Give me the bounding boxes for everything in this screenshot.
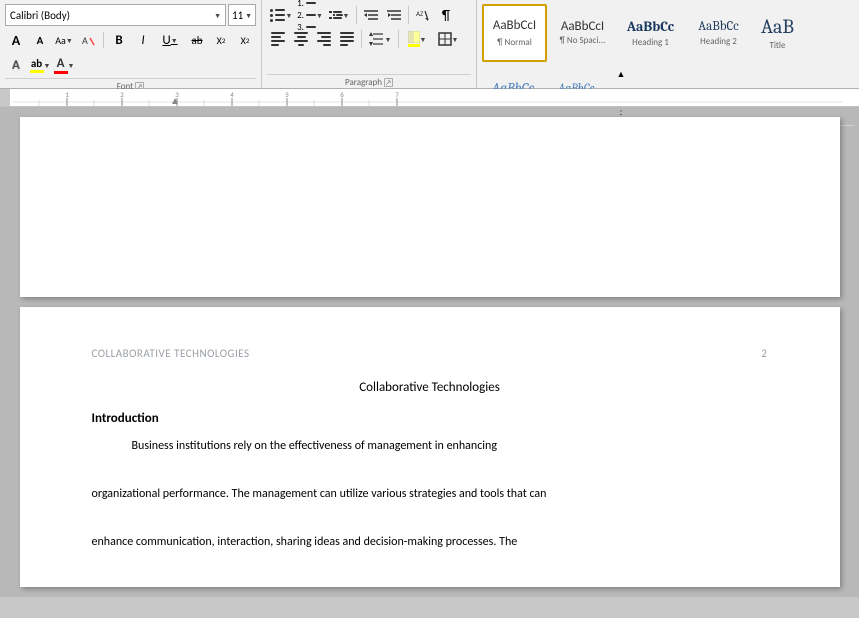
style-h2-label: Heading 2 — [700, 36, 737, 47]
svg-text:AZ: AZ — [416, 9, 424, 18]
subscript-btn[interactable]: X2 — [210, 29, 232, 51]
paragraph-controls: ▼ 1. 2. 3. ▼ — [267, 4, 471, 72]
text-effects-btn[interactable]: A — [5, 54, 27, 76]
font-name-dropdown[interactable]: Calibri (Body) ▼ — [5, 4, 226, 26]
font-size-input[interactable]: 11 ▼ — [228, 4, 256, 26]
numbered-list-btn[interactable]: 1. 2. 3. ▼ — [296, 4, 324, 26]
separator — [361, 30, 362, 48]
bullet-list-btn[interactable]: ▼ — [267, 4, 295, 26]
borders-icon — [438, 32, 452, 46]
separator — [398, 30, 399, 48]
document-area: COLLABORATIVE TECHNOLOGIES 2 Collaborati… — [0, 107, 859, 597]
increase-indent-icon — [387, 9, 401, 21]
line-spacing-icon — [369, 32, 385, 46]
ribbon: Calibri (Body) ▼ 11 ▼ A A Aa▼ — [0, 0, 859, 89]
separator — [103, 32, 104, 48]
styles-section: AaBbCcI ¶ Normal AaBbCcI ¶ No Spaci... A… — [477, 0, 859, 88]
text-color-btn[interactable]: A ▼ — [53, 54, 75, 76]
style-h2-btn[interactable]: AaBbCc Heading 2 — [686, 4, 751, 62]
style-h1-preview: AaBbCc — [627, 18, 674, 35]
highlight-btn[interactable]: ab ▼ — [29, 54, 51, 76]
font-controls: Calibri (Body) ▼ 11 ▼ A A Aa▼ — [5, 4, 256, 76]
page-header-text: COLLABORATIVE TECHNOLOGIES — [92, 347, 250, 360]
body-paragraph: Business institutions rely on the effect… — [92, 434, 768, 554]
svg-text:A: A — [82, 34, 88, 47]
style-no-space-btn[interactable]: AaBbCcI ¶ No Spaci... — [550, 4, 615, 62]
style-h1-label: Heading 1 — [632, 37, 669, 48]
svg-text:4: 4 — [230, 90, 234, 99]
font-grow-btn[interactable]: A — [5, 29, 27, 51]
style-no-space-preview: AaBbCcI — [561, 20, 604, 33]
clear-format-icon: A — [81, 33, 95, 47]
align-center-btn[interactable] — [290, 28, 312, 50]
multilevel-list-btn[interactable]: ▼ — [325, 4, 353, 26]
font-case-btn[interactable]: Aa▼ — [53, 29, 75, 51]
ribbon-row: Calibri (Body) ▼ 11 ▼ A A Aa▼ — [0, 0, 859, 88]
underline-wrapper: U▼ — [156, 29, 184, 51]
body-line3: enhance communication, interaction, shar… — [92, 535, 518, 549]
separator — [408, 6, 409, 24]
style-title-preview: AaB — [761, 15, 794, 38]
ruler: 1 2 3 4 5 6 7 — [0, 89, 859, 107]
style-normal-label: ¶ Normal — [497, 37, 532, 48]
style-no-space-label: ¶ No Spaci... — [560, 35, 606, 46]
sort-btn[interactable]: AZ — [412, 4, 434, 26]
page-title: Collaborative Technologies — [92, 380, 768, 395]
svg-text:5: 5 — [285, 90, 289, 99]
svg-text:3: 3 — [175, 90, 179, 99]
style-normal-btn[interactable]: AaBbCcI ¶ Normal — [482, 4, 547, 62]
intro-heading: Introduction — [92, 411, 768, 426]
svg-text:2: 2 — [120, 90, 124, 99]
font-dropdown-arrow: ▼ — [214, 11, 221, 20]
style-h1-btn[interactable]: AaBbCc Heading 1 — [618, 4, 683, 62]
style-title-label: Title — [769, 40, 785, 51]
line-spacing-btn[interactable]: ▼ — [365, 28, 395, 50]
svg-text:1: 1 — [65, 90, 69, 99]
ruler-content: 1 2 3 4 5 6 7 — [10, 89, 859, 106]
style-title-btn[interactable]: AaB Title — [754, 4, 801, 62]
svg-text:6: 6 — [340, 90, 344, 99]
strikethrough-btn[interactable]: ab — [186, 29, 208, 51]
font-size-arrow: ▼ — [245, 11, 252, 20]
shading-icon — [408, 31, 420, 43]
style-normal-preview: AaBbCcI — [493, 18, 536, 35]
sort-icon: AZ — [416, 8, 430, 22]
align-right-btn[interactable] — [313, 28, 335, 50]
show-marks-btn[interactable]: ¶ — [435, 4, 457, 26]
shading-btn[interactable]: ▼ — [402, 28, 432, 50]
page-number: 2 — [761, 347, 767, 360]
paragraph-section-label[interactable]: Paragraph ↗ — [267, 74, 471, 88]
ruler-margin-left — [0, 89, 10, 106]
decrease-indent-icon — [364, 9, 378, 21]
superscript-btn[interactable]: X2 — [234, 29, 256, 51]
italic-btn[interactable]: I — [132, 29, 154, 51]
paragraph-expand-btn[interactable]: ↗ — [384, 78, 393, 87]
page-2: COLLABORATIVE TECHNOLOGIES 2 Collaborati… — [20, 307, 840, 587]
decrease-indent-btn[interactable] — [360, 4, 382, 26]
paragraph-section: ▼ 1. 2. 3. ▼ — [262, 0, 477, 88]
ruler-svg: 1 2 3 4 5 6 7 — [12, 90, 842, 106]
font-shrink-btn[interactable]: A — [29, 29, 51, 51]
underline-btn[interactable]: U▼ — [156, 29, 184, 51]
intro-heading-text: Introduction — [92, 411, 159, 426]
style-h2-preview: AaBbCc — [698, 19, 738, 34]
align-left-btn[interactable] — [267, 28, 289, 50]
svg-text:7: 7 — [395, 90, 399, 99]
page-title-text: Collaborative Technologies — [359, 380, 500, 395]
body-line2: organizational performance. The manageme… — [92, 487, 547, 501]
bold-btn[interactable]: B — [108, 29, 130, 51]
page-1 — [20, 117, 840, 297]
page-header: COLLABORATIVE TECHNOLOGIES 2 — [92, 347, 768, 360]
body-line1: Business institutions rely on the effect… — [132, 439, 497, 453]
increase-indent-btn[interactable] — [383, 4, 405, 26]
justify-btn[interactable] — [336, 28, 358, 50]
borders-btn[interactable]: ▼ — [433, 28, 463, 50]
font-size-value: 11 — [232, 9, 243, 22]
styles-scroll-up[interactable]: ▲ — [612, 65, 630, 83]
font-section: Calibri (Body) ▼ 11 ▼ A A Aa▼ — [0, 0, 262, 88]
clear-format-btn[interactable]: A — [77, 29, 99, 51]
separator — [356, 6, 357, 24]
